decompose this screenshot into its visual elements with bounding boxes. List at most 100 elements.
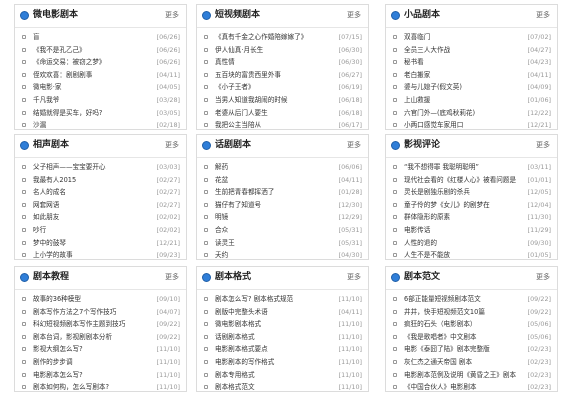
list-item[interactable]: 剧本专用格式 [11/10] xyxy=(197,369,368,382)
list-item[interactable]: 侄欢欢喜：剧剧剧事 [04/11] xyxy=(15,69,186,82)
item-title[interactable]: 婆与儿媳子(假文英) xyxy=(404,81,522,94)
list-item[interactable]: 父子相声——宝宝要开心 [03/03] xyxy=(15,161,186,174)
item-title[interactable]: 沙漏 xyxy=(33,119,151,132)
item-title[interactable]: 《命运交易：被窃之梦》 xyxy=(33,56,151,69)
list-item[interactable]: 影视大纲怎么写? [11/10] xyxy=(15,343,186,356)
list-item[interactable]: 电影《泰囧了陆》剧本完整版 [02/23] xyxy=(386,343,557,356)
list-item[interactable]: 6部正能量短视频剧本范文 [09/22] xyxy=(386,293,557,306)
list-item[interactable]: 结婚就得是买车，好吗? [03/05] xyxy=(15,107,186,120)
item-title[interactable]: 灵长是剧独乐剧的杀兵 xyxy=(404,186,522,199)
list-item[interactable]: 当男人知道我胡闹的时候 [06/18] xyxy=(197,94,368,107)
item-title[interactable]: 影视大纲怎么写? xyxy=(33,343,151,356)
item-title[interactable]: 科幻短视频剧本写作主题到技巧 xyxy=(33,318,151,331)
item-title[interactable]: 电影剧本范例及说明《黄昏之王》剧本 xyxy=(404,369,522,382)
item-title[interactable]: 五百块的富贵西里外事 xyxy=(215,69,333,82)
item-title[interactable]: 《小子王者》 xyxy=(215,81,333,94)
item-title[interactable]: 名人的成名 xyxy=(33,186,151,199)
list-item[interactable]: 井井，快手短视频范文10篇 [09/22] xyxy=(386,306,557,319)
item-title[interactable]: 六官门外—(底鸡秋莉花) xyxy=(404,107,522,120)
list-item[interactable]: 真性情 [06/30] xyxy=(197,56,368,69)
list-item[interactable]: 剧本如何构，怎么写剧本? [11/10] xyxy=(15,381,186,394)
item-title[interactable]: 《中国合伙人》电影剧本 xyxy=(404,381,522,394)
item-title[interactable]: 梦中的鼓琴 xyxy=(33,237,151,250)
list-item[interactable]: 我把公主当陪从 [06/17] xyxy=(197,119,368,132)
list-item[interactable]: “我不想得罪 我聪明聪明” [03/11] xyxy=(386,161,557,174)
item-title[interactable]: 上山救援 xyxy=(404,94,522,107)
list-item[interactable]: 秘书看 [04/23] xyxy=(386,56,557,69)
list-item[interactable]: 灵长是剧独乐剧的杀兵 [12/05] xyxy=(386,186,557,199)
list-item[interactable]: 《中国合伙人》电影剧本 [02/23] xyxy=(386,381,557,394)
list-item[interactable]: 梦中的鼓琴 [12/21] xyxy=(15,237,186,250)
list-item[interactable]: 老白搬家 [04/11] xyxy=(386,69,557,82)
list-item[interactable]: 电影剧本怎么写? [11/10] xyxy=(15,369,186,382)
item-title[interactable]: 群体隐形的原素 xyxy=(404,211,522,224)
item-title[interactable]: 微电影·家 xyxy=(33,81,151,94)
list-item[interactable]: 上小学的故事 [09/23] xyxy=(15,249,186,262)
item-title[interactable]: 《我不是孔乙己》 xyxy=(33,44,151,57)
list-item[interactable]: 人性的退的 [09/30] xyxy=(386,237,557,250)
list-item[interactable]: 现代社会看的《红楼人心》被看问题是 [01/01] xyxy=(386,174,557,187)
list-item[interactable]: 伊人仙真·月长生 [06/30] xyxy=(197,44,368,57)
list-item[interactable]: 人生不是不能放 [01/05] xyxy=(386,249,557,262)
list-item[interactable]: 《我不是孔乙己》 [06/26] xyxy=(15,44,186,57)
item-title[interactable]: 微电影剧本格式 xyxy=(215,318,333,331)
list-item[interactable]: 话剧剧本格式 [11/10] xyxy=(197,331,368,344)
item-title[interactable]: 秘书看 xyxy=(404,56,522,69)
item-title[interactable]: 故事的36种模型 xyxy=(33,293,151,306)
item-title[interactable]: 生前把青春都挥洒了 xyxy=(215,186,333,199)
list-item[interactable]: 解药 [06/06] xyxy=(197,161,368,174)
list-item[interactable]: 名人的成名 [02/27] xyxy=(15,186,186,199)
list-item[interactable]: 明镜 [12/29] xyxy=(197,211,368,224)
item-title[interactable]: 剧本格式范文 xyxy=(215,381,333,394)
list-item[interactable]: 《我是歌唱者》中文剧本 [05/06] xyxy=(386,331,557,344)
more-link[interactable]: 更多 xyxy=(347,272,361,283)
list-item[interactable]: 剧本格式范文 [11/10] xyxy=(197,381,368,394)
item-title[interactable]: 6部正能量短视频剧本范文 xyxy=(404,293,522,306)
list-item[interactable]: 五百块的富贵西里外事 [06/27] xyxy=(197,69,368,82)
item-title[interactable]: 剧本如何构，怎么写剧本? xyxy=(33,381,151,394)
list-item[interactable]: 剧本怎么写? 剧本格式规范 [11/10] xyxy=(197,293,368,306)
item-title[interactable]: 盲 xyxy=(33,31,151,44)
item-title[interactable]: 电影《泰囧了陆》剧本完整版 xyxy=(404,343,522,356)
list-item[interactable]: 灰仁杰之通天帝国 剧本 [02/23] xyxy=(386,356,557,369)
list-item[interactable]: 电影剧本的写作格式 [11/10] xyxy=(197,356,368,369)
list-item[interactable]: 花盆 [04/11] xyxy=(197,174,368,187)
list-item[interactable]: 吵行 [02/02] xyxy=(15,224,186,237)
item-title[interactable]: 我把公主当陪从 xyxy=(215,119,333,132)
item-title[interactable]: 童子伶的梦《女儿》的剧梦在 xyxy=(404,199,522,212)
list-item[interactable]: 双喜临门 [07/02] xyxy=(386,31,557,44)
item-title[interactable]: 夭约 xyxy=(215,249,333,262)
item-title[interactable]: 伊人仙真·月长生 xyxy=(215,44,333,57)
more-link[interactable]: 更多 xyxy=(347,10,361,21)
list-item[interactable]: 夭约 [04/30] xyxy=(197,249,368,262)
item-title[interactable]: 电影剧本的写作格式 xyxy=(215,356,333,369)
item-title[interactable]: 明镜 xyxy=(215,211,333,224)
item-title[interactable]: “我不想得罪 我聪明聪明” xyxy=(404,161,522,174)
list-item[interactable]: 故事的36种模型 [09/10] xyxy=(15,293,186,306)
item-title[interactable]: 父子相声——宝宝要开心 xyxy=(33,161,151,174)
item-title[interactable]: 吵行 xyxy=(33,224,151,237)
list-item[interactable]: 电影剧本格式要点 [11/10] xyxy=(197,343,368,356)
item-title[interactable]: 网套网语 xyxy=(33,199,151,212)
list-item[interactable]: 上山救援 [01/06] xyxy=(386,94,557,107)
list-item[interactable]: 我最有人2015 [02/27] xyxy=(15,174,186,187)
item-title[interactable]: 井井，快手短视频范文10篇 xyxy=(404,306,522,319)
list-item[interactable]: 小两口感觉车家用口 [12/21] xyxy=(386,119,557,132)
item-title[interactable]: 真性情 xyxy=(215,56,333,69)
list-item[interactable]: 剧作的步步调 [11/10] xyxy=(15,356,186,369)
item-title[interactable]: 结婚就得是买车，好吗? xyxy=(33,107,151,120)
list-item[interactable]: 微电影·家 [04/05] xyxy=(15,81,186,94)
list-item[interactable]: 剧本写作方法之7个写作技巧 [04/07] xyxy=(15,306,186,319)
list-item[interactable]: 《真有千金之心作婚陪嫁嫁了》 [07/15] xyxy=(197,31,368,44)
list-item[interactable]: 生前把青春都挥洒了 [01/28] xyxy=(197,186,368,199)
item-title[interactable]: 合众 xyxy=(215,224,333,237)
item-title[interactable]: 小两口感觉车家用口 xyxy=(404,119,522,132)
item-title[interactable]: 老婆从后门人要生 xyxy=(215,107,333,120)
item-title[interactable]: 剧本怎么写? 剧本格式规范 xyxy=(215,293,333,306)
item-title[interactable]: 我最有人2015 xyxy=(33,174,151,187)
item-title[interactable]: 侄欢欢喜：剧剧剧事 xyxy=(33,69,151,82)
list-item[interactable]: 如此朋友 [02/02] xyxy=(15,211,186,224)
item-title[interactable]: 全员三人大作战 xyxy=(404,44,522,57)
item-title[interactable]: 当男人知道我胡闹的时候 xyxy=(215,94,333,107)
list-item[interactable]: 剧版中完整头术语 [04/11] xyxy=(197,306,368,319)
